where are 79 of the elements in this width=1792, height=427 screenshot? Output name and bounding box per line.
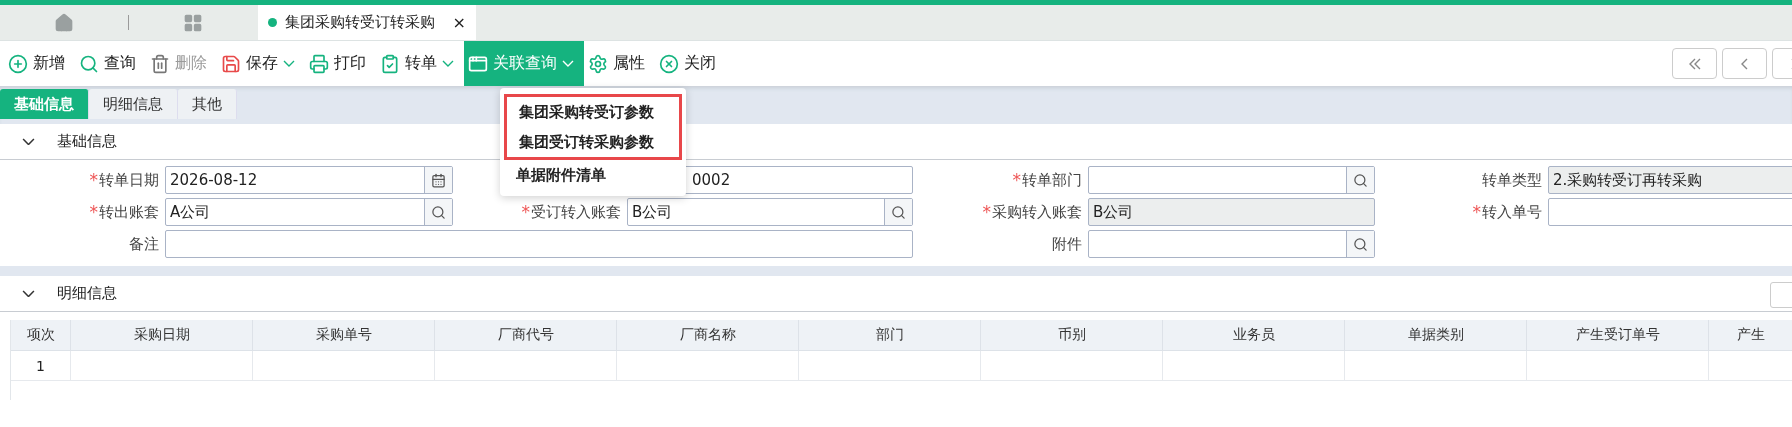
document-tab[interactable]: 集团采购转受订转采购 × xyxy=(258,5,476,40)
calendar-icon xyxy=(431,172,446,188)
input-field[interactable] xyxy=(1088,230,1375,258)
home-icon[interactable] xyxy=(54,12,74,33)
close-icon[interactable]: × xyxy=(452,13,466,32)
required-mark: * xyxy=(982,202,991,222)
search-icon xyxy=(1353,236,1368,252)
field-label: 转入单号 xyxy=(1482,202,1542,222)
close-circle-icon xyxy=(659,53,679,74)
column-header[interactable]: 产生受订单号 xyxy=(1527,320,1709,351)
column-header[interactable]: 单据类别 xyxy=(1345,320,1527,351)
double-chevron-left-icon xyxy=(1688,57,1701,70)
required-mark: * xyxy=(1012,170,1021,190)
required-mark: * xyxy=(1472,202,1481,222)
column-header[interactable]: 项次 xyxy=(11,320,71,351)
menu-item[interactable]: 集团受订转采购参数 xyxy=(507,127,679,157)
sub-tab[interactable]: 其他 xyxy=(178,89,237,119)
field-label: 附件 xyxy=(1052,234,1082,254)
grid-icon[interactable] xyxy=(183,12,203,33)
toolbar-button[interactable]: 关闭 xyxy=(655,41,726,86)
input-field[interactable] xyxy=(1088,166,1375,194)
field-label: 备注 xyxy=(129,234,159,254)
toolbar-button[interactable]: 属性 xyxy=(584,41,655,86)
column-header[interactable]: 厂商代号 xyxy=(435,320,617,351)
trash-icon xyxy=(150,53,170,74)
sub-tab[interactable]: 明细信息 xyxy=(89,89,178,119)
gear-icon xyxy=(588,53,608,74)
lookup-button[interactable] xyxy=(1346,167,1374,193)
section-title: 基础信息 xyxy=(57,132,117,151)
first-page-button[interactable] xyxy=(1672,48,1717,79)
column-header[interactable]: 币别 xyxy=(981,320,1163,351)
search-icon xyxy=(1353,172,1368,188)
column-header[interactable]: 采购日期 xyxy=(71,320,253,351)
menu-item[interactable]: 集团采购转受订参数 xyxy=(507,97,679,127)
input-field[interactable] xyxy=(165,230,913,258)
field-label: 采购转入账套 xyxy=(992,202,1082,222)
calendar-button[interactable] xyxy=(424,167,452,193)
input-field[interactable] xyxy=(1548,198,1792,226)
search-icon xyxy=(891,204,906,220)
caret-icon xyxy=(562,60,574,67)
toolbar-button[interactable]: 转单 xyxy=(376,41,464,86)
caret-icon xyxy=(283,60,295,67)
field-label: 转出账套 xyxy=(99,202,159,222)
previous-page-button[interactable] xyxy=(1722,48,1767,79)
table-cell: 1 xyxy=(11,351,71,381)
column-header[interactable]: 厂商名称 xyxy=(617,320,799,351)
input-field[interactable]: 2026-08-12 xyxy=(165,166,453,194)
input-field[interactable]: 2.采购转受订再转采购 xyxy=(1548,166,1792,194)
status-dot xyxy=(268,18,277,27)
plus-circle-icon xyxy=(8,53,28,74)
caret-icon xyxy=(442,60,454,67)
input-field[interactable]: B公司 xyxy=(627,198,913,226)
field-label: 转单部门 xyxy=(1022,170,1082,190)
clipboard-icon xyxy=(380,53,400,74)
input-field[interactable]: A公司 xyxy=(165,198,453,226)
required-mark: * xyxy=(521,202,530,222)
lookup-button[interactable] xyxy=(424,199,452,225)
section-title: 明细信息 xyxy=(57,284,117,303)
field-label: 转单日期 xyxy=(99,170,159,190)
chevron-left-icon xyxy=(1741,57,1748,70)
toolbar-button[interactable]: 打印 xyxy=(305,41,376,86)
column-header[interactable]: 部门 xyxy=(799,320,981,351)
search-icon xyxy=(79,53,99,74)
column-header[interactable]: 业务员 xyxy=(1163,320,1345,351)
toolbar-button[interactable]: 保存 xyxy=(217,41,305,86)
save-icon xyxy=(221,53,241,74)
required-mark: * xyxy=(89,170,98,190)
column-header[interactable]: 产生 xyxy=(1709,320,1792,351)
printer-icon xyxy=(309,53,329,74)
toolbar-button[interactable]: 新增 xyxy=(4,41,75,86)
field-label: 转单类型 xyxy=(1482,170,1542,190)
required-mark: * xyxy=(89,202,98,222)
search-icon xyxy=(431,204,446,220)
input-field[interactable]: B公司 xyxy=(1088,198,1375,226)
lookup-button[interactable] xyxy=(884,199,912,225)
column-header[interactable]: 采购单号 xyxy=(253,320,435,351)
lookup-button[interactable] xyxy=(1346,231,1374,257)
field-label: 受订转入账套 xyxy=(531,202,621,222)
toolbar-button[interactable]: 查询 xyxy=(75,41,146,86)
